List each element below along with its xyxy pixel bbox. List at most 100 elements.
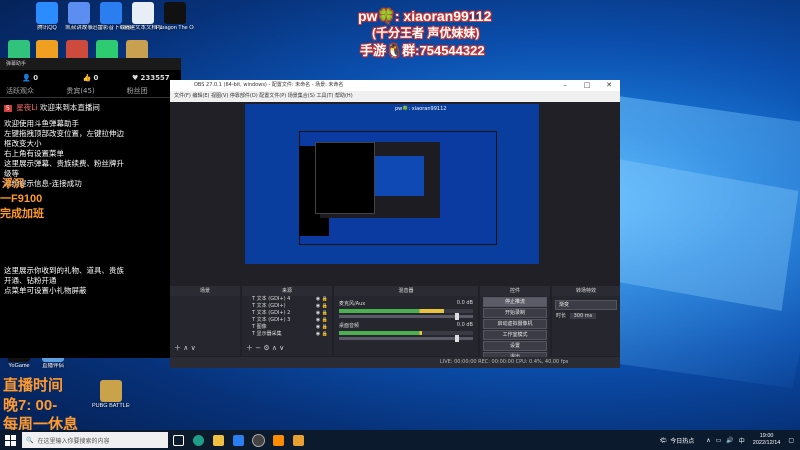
source-row[interactable]: T 图像 ◉ 🔒	[242, 324, 332, 331]
danmu-title: 弹幕助手	[0, 58, 181, 70]
visibility-lock-icons[interactable]: ◉ 🔒	[316, 310, 328, 317]
track-db: 0.0 dB	[456, 300, 473, 306]
network-icon[interactable]: ▭	[716, 437, 722, 444]
danmu-help: 欢迎使用斗鱼弹幕助手 左键拖拽顶部改变位置，左键拉伸边 框改变大小 右上角有设置菜单这…	[0, 117, 181, 191]
source-row[interactable]: T 文本 (GDI+) 4 ◉ 🔒	[242, 296, 332, 303]
nested-preview	[299, 131, 497, 245]
mixer-dock[interactable]: 麦克风/Aux 0.0 dB 桌面音频 0.0 dB	[334, 296, 478, 356]
overlay-pw-sub: (千分王者 声优妹妹)	[372, 26, 480, 40]
source-row[interactable]: T 文本 (GDI+) 2 ◉ 🔒	[242, 310, 332, 317]
app-icon	[100, 380, 122, 402]
control-button[interactable]: 设置	[483, 341, 547, 351]
source-row[interactable]: T 文本 (GDI+) ◉ 🔒	[242, 303, 332, 310]
desktop-icon-label: PUBG BATTLEGR...	[92, 403, 130, 409]
danmu-taskbar-icon[interactable]	[268, 430, 288, 450]
clock-date: 2022/12/14	[752, 440, 781, 446]
store-icon[interactable]	[228, 430, 248, 450]
app-taskbar-icon[interactable]	[288, 430, 308, 450]
visibility-lock-icons[interactable]: ◉ 🔒	[316, 331, 328, 338]
control-button[interactable]: 开始录制	[483, 308, 547, 318]
source-name: 文本 (GDI+) 2	[256, 310, 291, 316]
source-toolbar[interactable]: ＋ − ⚙ ∧ ∨	[246, 343, 284, 353]
transitions-dock[interactable]: 渐变 时长 300 ms	[552, 296, 620, 356]
obs-menubar[interactable]: 文件(F) 编辑(E) 视图(V) 停靠部件(D) 配置文件(P) 场景集合(S…	[170, 91, 620, 102]
tab-activity[interactable]: 活跃观众	[0, 86, 60, 97]
windows-icon	[4, 434, 16, 446]
obs-taskbar-icon[interactable]	[248, 430, 268, 450]
obs-status-text: LIVE: 00:00:00 REC: 00:00:00 CPU: 0.4%, …	[440, 359, 569, 365]
task-view-icon[interactable]	[168, 430, 188, 450]
source-row[interactable]: T 文本 (GDI+) 3 ◉ 🔒	[242, 317, 332, 324]
visibility-lock-icons[interactable]: ◉ 🔒	[316, 324, 328, 331]
taskbar-search[interactable]: 🔍 在这里输入你要搜索的内容	[22, 432, 168, 448]
clock[interactable]: 19:00 2022/12/14	[753, 433, 781, 447]
schedule-time: 晚7: 00-	[3, 397, 58, 414]
transition-select[interactable]: 渐变	[555, 300, 617, 310]
notification-icon[interactable]: ▢	[788, 437, 794, 444]
source-name: 显示器采集	[256, 331, 282, 337]
source-row[interactable]: T 显示器采集 ◉ 🔒	[242, 331, 332, 338]
volume-slider-knob[interactable]	[455, 335, 459, 342]
visibility-lock-icons[interactable]: ◉ 🔒	[316, 296, 328, 303]
visibility-lock-icons[interactable]: ◉ 🔒	[316, 303, 328, 310]
track-db: 0.0 dB	[456, 322, 473, 328]
start-button[interactable]	[0, 430, 20, 450]
obs-preview[interactable]: pw🍀: xiaoran99112	[245, 104, 539, 264]
tray-chevron-icon[interactable]: ∧	[706, 437, 710, 444]
news-label[interactable]: 今日热点	[670, 436, 694, 445]
app-icon	[68, 2, 90, 24]
news-icon[interactable]: 🌤	[660, 437, 668, 444]
track-name: 麦克风/Aux	[339, 301, 366, 307]
source-name: 文本 (GDI+) 4	[256, 296, 291, 302]
mixer-track[interactable]: 桌面音频 0.0 dB	[334, 322, 478, 342]
search-icon: 🔍	[26, 437, 34, 444]
duration-input[interactable]: 300 ms	[569, 313, 597, 319]
desktop-icon[interactable]: Paragon The Orion...	[156, 2, 194, 32]
close-icon[interactable]: ✕	[598, 80, 620, 91]
help-line: 欢迎使用斗鱼弹幕助手	[4, 119, 79, 128]
source-name: 文本 (GDI+) 3	[256, 317, 291, 323]
mixer-track[interactable]: 麦克风/Aux 0.0 dB	[334, 300, 478, 320]
control-button[interactable]: 停止推流	[483, 297, 547, 307]
sources-dock[interactable]: T 文本 (GDI+) 4 ◉ 🔒 T 文本 (GDI+) ◉ 🔒 T 文本 (GDI+…	[242, 296, 332, 356]
visibility-lock-icons[interactable]: ◉ 🔒	[316, 317, 328, 324]
side-overlay-1: 浮沉	[2, 178, 24, 190]
obs-titlebar[interactable]: OBS 27.0.1 (64-bit, windows) - 配置文件: 未命名…	[170, 80, 620, 91]
controls-dock[interactable]: 停止推流开始录制启动虚拟摄像机工作室模式设置退出	[480, 296, 550, 362]
scenes-dock[interactable]: ＋ ∧ ∨	[170, 296, 240, 356]
volume-icon[interactable]: 🔊	[726, 437, 733, 444]
obs-window[interactable]: OBS 27.0.1 (64-bit, windows) - 配置文件: 未命名…	[170, 80, 620, 368]
help-line: 左键拖拽顶部改变位置，左键拉伸边	[4, 129, 124, 138]
maximize-icon[interactable]: □	[576, 80, 598, 91]
ime-icon[interactable]: 中	[739, 436, 745, 445]
scene-toolbar[interactable]: ＋ ∧ ∨	[174, 343, 196, 353]
volume-slider[interactable]	[339, 313, 473, 320]
gift-help: 这里展示你收到的礼物、道具、贵族 开通、钻粉开通 点菜单可设置小礼物屏蔽	[0, 264, 128, 298]
welcome-message: 5 星夜Li 欢迎来到本直播间	[0, 98, 181, 117]
viewer-count: 👤 0	[22, 74, 39, 82]
help-line: 框改变大小	[4, 139, 42, 148]
control-button[interactable]: 工作室模式	[483, 330, 547, 340]
volume-slider[interactable]	[339, 335, 473, 342]
volume-slider-knob[interactable]	[455, 313, 459, 320]
minimize-icon[interactable]: –	[554, 80, 576, 91]
controls-header: 控件	[480, 286, 550, 296]
desktop-icon-label: YoGame	[8, 363, 30, 369]
help-line: 这里展示弹幕、贵族续费、粉丝牌升	[4, 159, 124, 168]
scenes-header: 场景	[170, 286, 240, 296]
welcome-text: 欢迎来到本直播间	[39, 103, 100, 112]
search-placeholder: 在这里输入你要搜索的内容	[37, 438, 110, 445]
desktop: 腾讯QQQQ音乐此电脑回收站控制面板Microsoft EdgeOBS Stud…	[0, 0, 800, 450]
tab-vip[interactable]: 贵宾(45)	[60, 86, 120, 97]
like-count: 👍 0	[82, 74, 99, 82]
desktop-icon[interactable]: PUBG BATTLEGR...	[92, 380, 130, 410]
help-line: 右上角有设置菜单	[4, 149, 64, 158]
control-button[interactable]: 启动虚拟摄像机	[483, 319, 547, 329]
edge-icon[interactable]	[188, 430, 208, 450]
app-icon	[100, 2, 122, 24]
gift-help-line: 这里展示你收到的礼物、道具、贵族	[4, 266, 124, 275]
help-line: 系统提示信息-连接成功	[4, 179, 82, 188]
obs-status-bar: LIVE: 00:00:00 REC: 00:00:00 CPU: 0.4%, …	[170, 357, 620, 368]
file-explorer-icon[interactable]	[208, 430, 228, 450]
overlay-pw: pw🍀: xiaoran99112	[358, 8, 492, 24]
